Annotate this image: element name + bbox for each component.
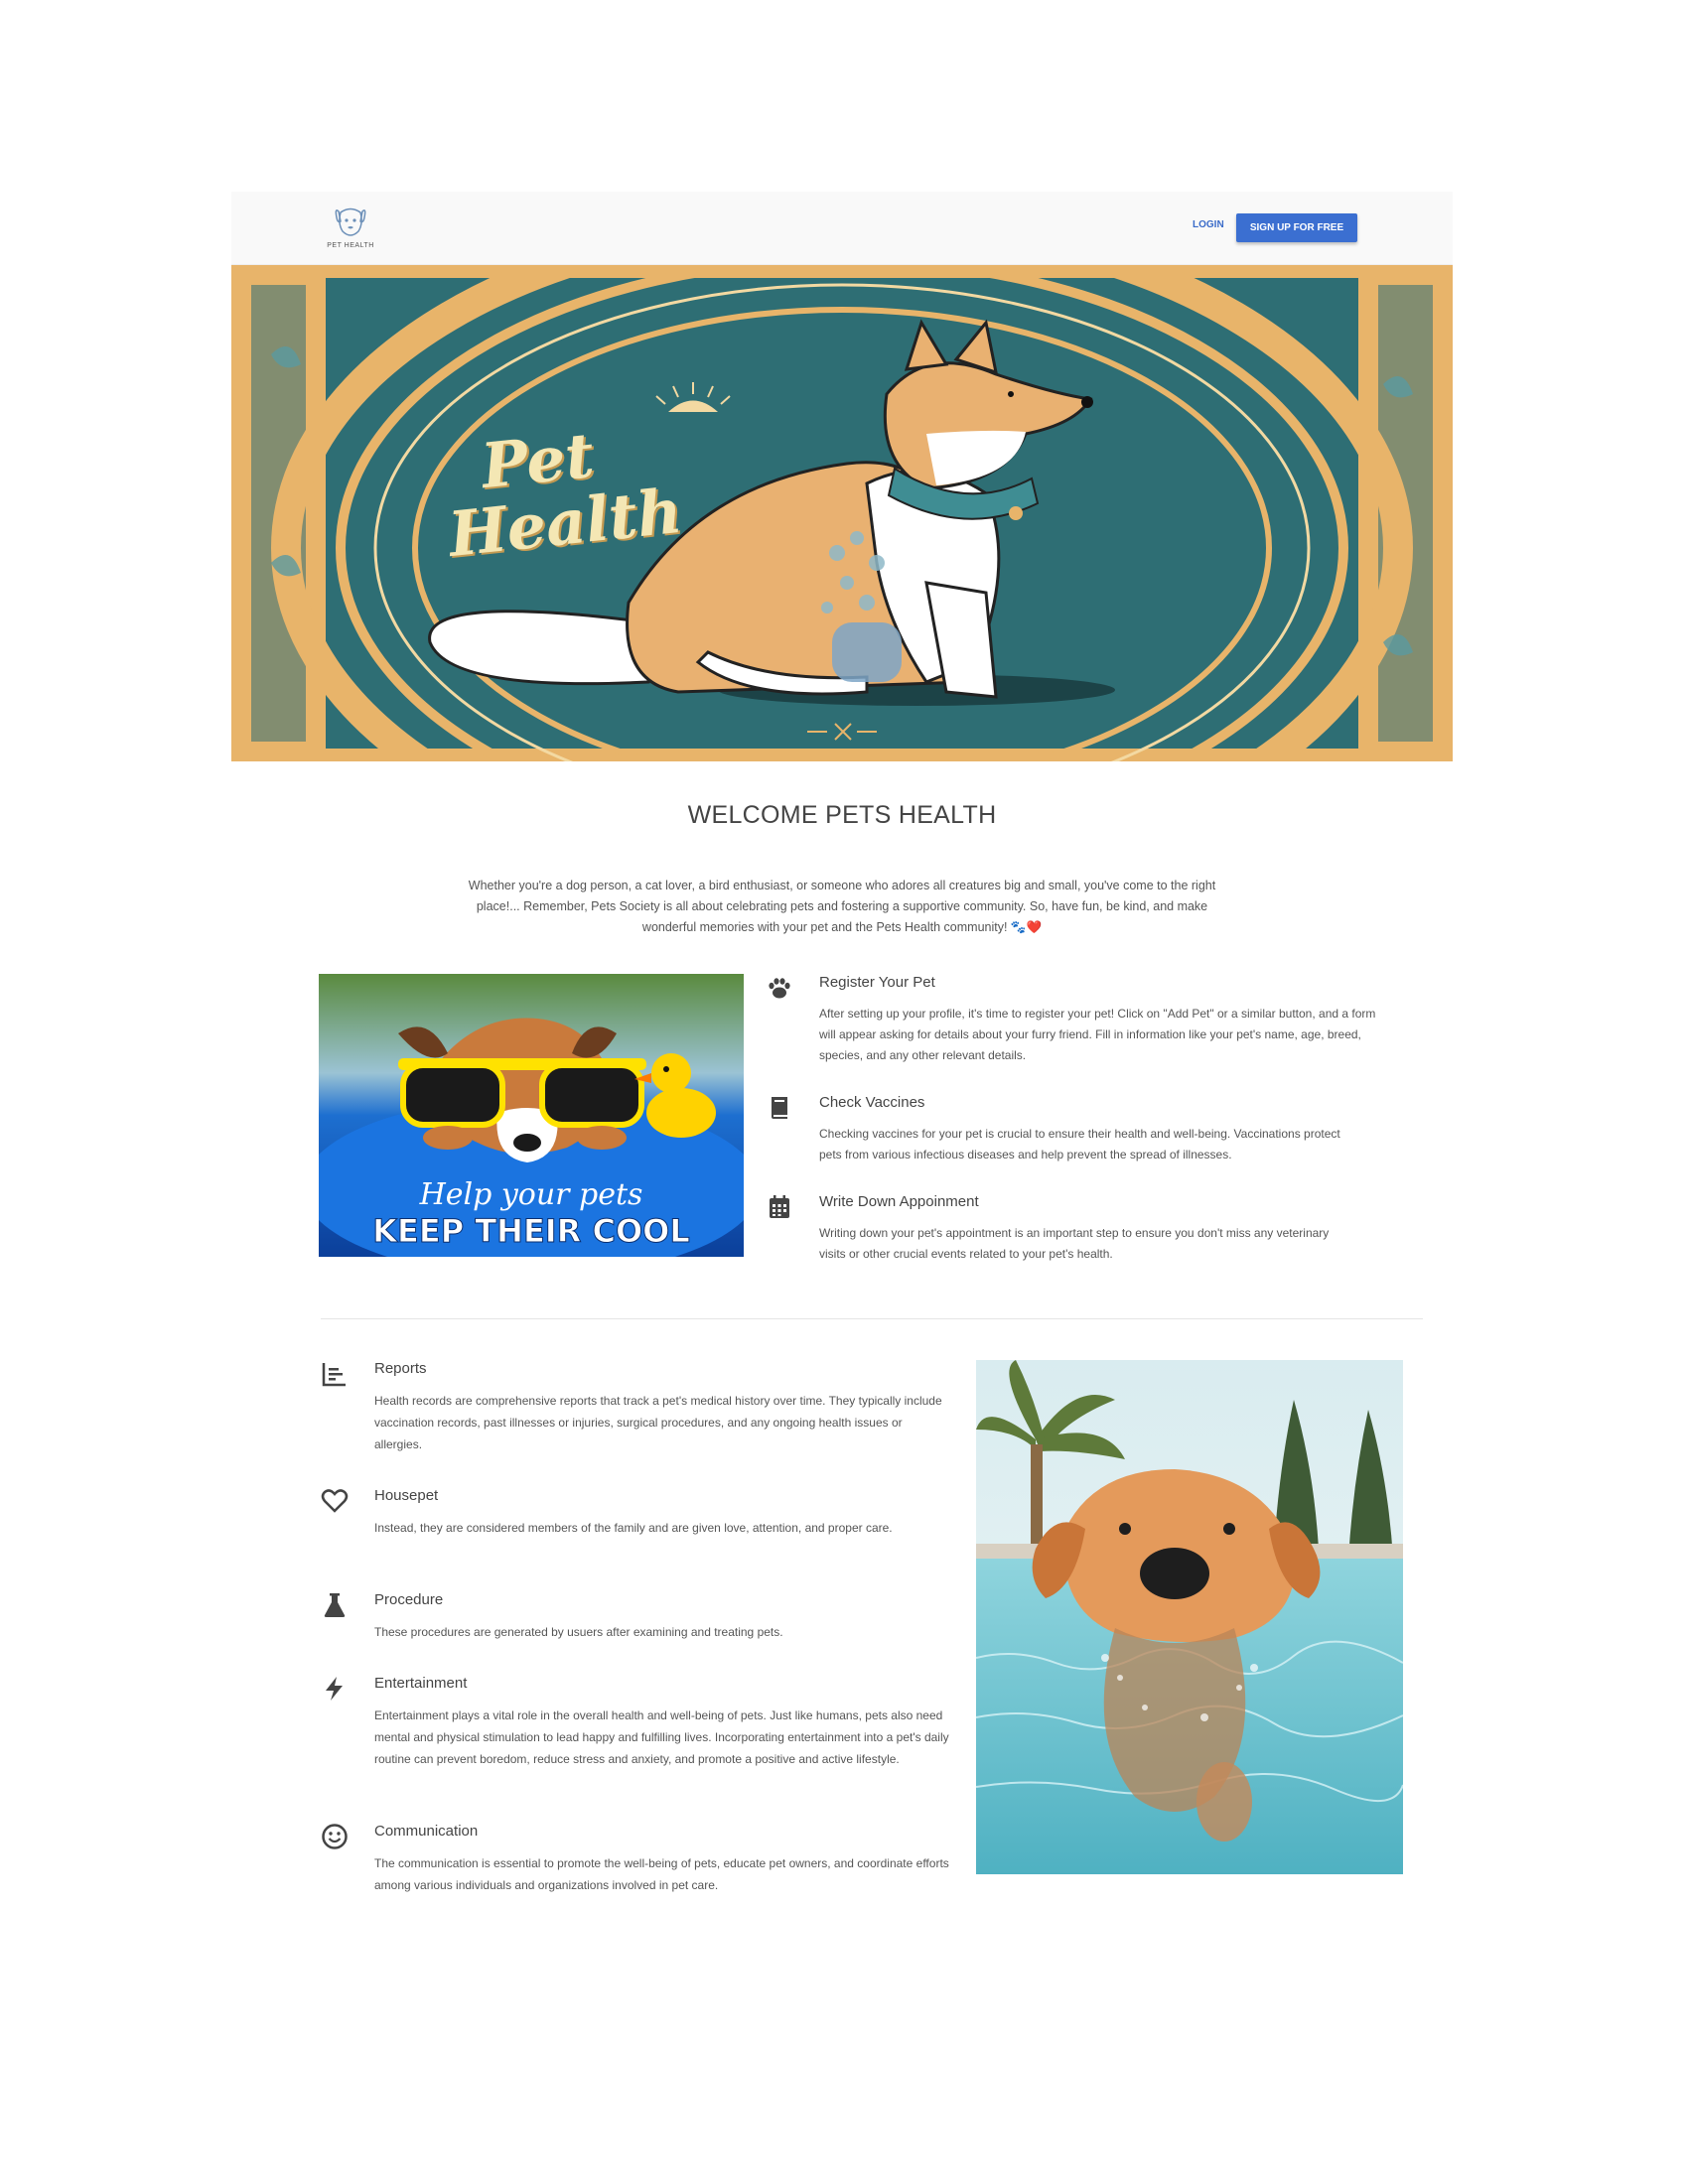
- feature-title: Write Down Appoinment: [819, 1193, 979, 1210]
- flask-icon: [324, 1593, 346, 1617]
- image-caption-line1: Help your pets: [419, 1177, 643, 1212]
- signup-button[interactable]: SIGN UP FOR FREE: [1236, 213, 1357, 242]
- logo[interactable]: PET HEALTH: [326, 204, 375, 249]
- smiley-icon: [322, 1824, 348, 1849]
- feature-title: Check Vaccines: [819, 1094, 925, 1111]
- dog-logo-icon: [335, 207, 366, 236]
- welcome-text: Whether you're a dog person, a cat lover…: [468, 879, 1216, 934]
- page: PET HEALTH LOGIN SIGN UP FOR FREE Pet He…: [231, 192, 1453, 1277]
- feature-title: Procedure: [374, 1591, 444, 1608]
- section-divider: [321, 1318, 1423, 1319]
- feature-text: Writing down your pet's appointment is a…: [819, 1226, 1330, 1261]
- welcome-title: WELCOME PETS HEALTH: [687, 801, 997, 829]
- book-icon: [772, 1097, 787, 1119]
- feature-text: Checking vaccines for your pet is crucia…: [819, 1127, 1340, 1161]
- bolt-icon: [326, 1677, 343, 1701]
- calendar-icon: [770, 1195, 789, 1218]
- puppy-swim-image: [976, 1360, 1403, 1874]
- pet-cool-image: Help your pets KEEP THEIR COOL: [303, 974, 760, 1277]
- feature-text: Health records are comprehensive reports…: [374, 1394, 942, 1451]
- feature-title: Register Your Pet: [819, 974, 935, 991]
- feature-text: Entertainment plays a vital role in the …: [374, 1708, 949, 1766]
- feature-title: Housepet: [374, 1487, 439, 1504]
- feature-text: The communication is essential to promot…: [374, 1856, 949, 1892]
- login-button[interactable]: LOGIN: [1185, 213, 1232, 236]
- feature-text: These procedures are generated by usuers…: [374, 1625, 783, 1639]
- hero-illustration: [231, 265, 1453, 761]
- features-bottom: Reports Health records are comprehensive…: [321, 1360, 956, 1916]
- logo-text: PET HEALTH: [327, 242, 374, 249]
- hero-title: Pet Health: [445, 418, 686, 572]
- feature-title: Entertainment: [374, 1675, 468, 1692]
- welcome-section: WELCOME PETS HEALTH Whether you're a dog…: [231, 801, 1453, 938]
- feature-title: Reports: [374, 1360, 427, 1377]
- feature-text: After setting up your profile, it's time…: [819, 1007, 1376, 1062]
- navbar: PET HEALTH LOGIN SIGN UP FOR FREE: [231, 192, 1453, 265]
- image-caption-line2: KEEP THEIR COOL: [372, 1212, 690, 1250]
- hero-banner: Pet Health: [231, 265, 1453, 761]
- feature-title: Communication: [374, 1823, 479, 1840]
- paw-icon: [769, 978, 790, 999]
- features-top: Help your pets KEEP THEIR COOL Register …: [231, 974, 1453, 1277]
- feature-text: Instead, they are considered members of …: [374, 1521, 893, 1535]
- heart-icon: [321, 1489, 349, 1513]
- bar-chart-icon: [322, 1363, 346, 1387]
